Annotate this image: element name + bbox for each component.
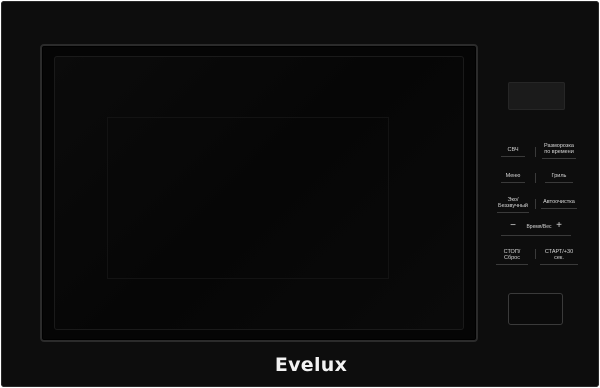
button-underline bbox=[497, 212, 529, 213]
stop-reset-button-label: СТОП/Сброс bbox=[503, 249, 521, 261]
button-underline bbox=[501, 182, 525, 183]
divider bbox=[535, 147, 536, 157]
microwave-button[interactable]: СВЧ bbox=[501, 147, 525, 157]
grill-button-label: Гриль bbox=[551, 173, 567, 179]
start-button[interactable]: СТАРТ/+30 сек. bbox=[540, 249, 578, 265]
oven-door[interactable] bbox=[40, 44, 478, 342]
plus-button[interactable]: + bbox=[553, 221, 565, 231]
button-underline bbox=[541, 208, 577, 209]
button-underline bbox=[545, 182, 573, 183]
menu-button-label: Меню bbox=[505, 173, 521, 179]
autoclean-button-label: Автоочистка bbox=[543, 199, 575, 205]
time-weight-button-label: Время/Вес bbox=[526, 224, 552, 230]
autoclean-button[interactable]: Автоочистка bbox=[541, 199, 577, 209]
time-weight-button[interactable]: Время/Вес bbox=[525, 224, 553, 230]
digital-display bbox=[508, 82, 565, 110]
divider bbox=[535, 249, 536, 259]
button-underline bbox=[542, 158, 576, 159]
eco-silent-button[interactable]: Эко/ Беззвучный bbox=[497, 197, 529, 213]
door-window bbox=[54, 56, 464, 330]
defrost-button[interactable]: Разморозка по времени bbox=[542, 143, 576, 159]
button-underline bbox=[496, 264, 528, 265]
menu-button[interactable]: Меню bbox=[501, 173, 525, 183]
microwave-button-label: СВЧ bbox=[507, 147, 519, 153]
stop-reset-button[interactable]: СТОП/Сброс bbox=[496, 249, 528, 265]
button-underline bbox=[501, 156, 525, 157]
eco-silent-button-label: Эко/ Беззвучный bbox=[497, 197, 528, 209]
door-open-button[interactable] bbox=[508, 293, 563, 325]
start-button-label: СТАРТ/+30 сек. bbox=[544, 249, 574, 261]
brand-logo: Evelux bbox=[274, 354, 348, 376]
minus-button[interactable]: − bbox=[507, 221, 519, 231]
microwave-oven: СВЧ Разморозка по времени Меню Гриль Эко… bbox=[1, 1, 599, 387]
button-underline bbox=[540, 264, 578, 265]
plus-icon: + bbox=[556, 220, 562, 231]
divider bbox=[535, 173, 536, 183]
defrost-button-label: Разморозка по времени bbox=[543, 143, 574, 155]
door-window-inner bbox=[107, 117, 389, 279]
divider bbox=[501, 235, 571, 236]
grill-button[interactable]: Гриль bbox=[545, 173, 573, 183]
divider bbox=[535, 199, 536, 209]
minus-icon: − bbox=[510, 220, 516, 231]
